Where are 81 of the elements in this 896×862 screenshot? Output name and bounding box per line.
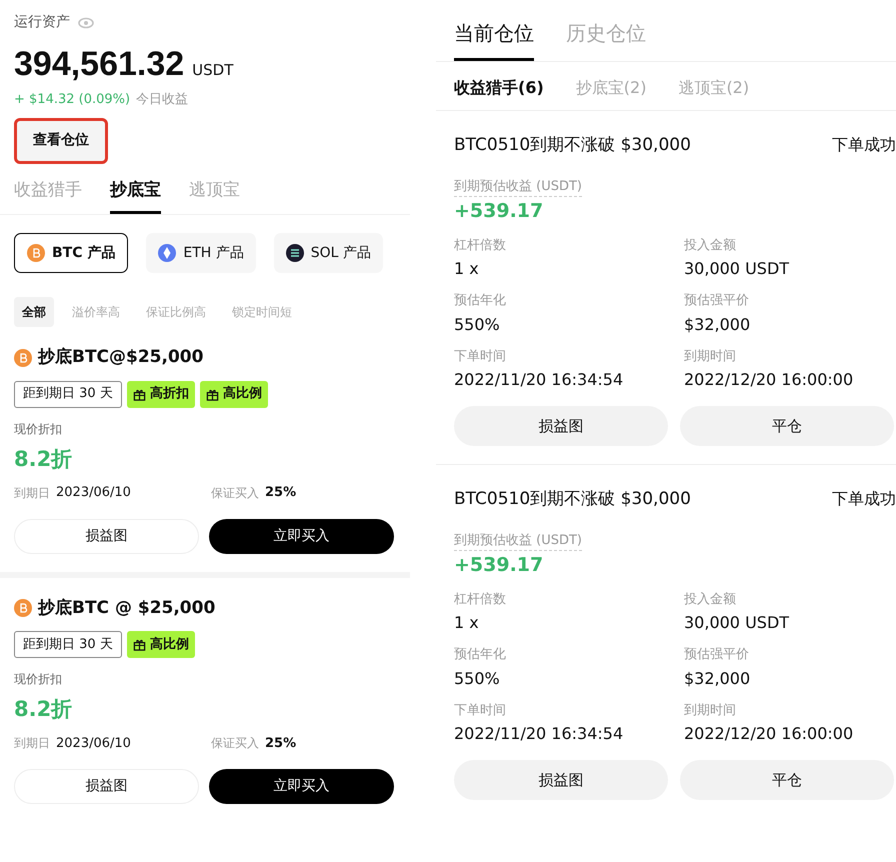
field-label: 预估年化 xyxy=(454,292,507,310)
order-status: 下单成功 xyxy=(832,488,896,510)
field-value: 2022/12/20 16:00:00 xyxy=(684,369,854,391)
buy-now-button[interactable]: 立即买入 xyxy=(209,518,394,554)
expiry-label: 到期日 xyxy=(14,735,50,752)
field-value: 2022/11/20 16:34:54 xyxy=(454,369,624,391)
close-position-button[interactable]: 平仓 xyxy=(680,760,894,800)
profit-value: +539.17 xyxy=(454,199,544,224)
gift-icon xyxy=(132,638,146,651)
field-value: 2022/11/20 16:34:54 xyxy=(454,723,624,745)
expiry-tag: 距到期日 30 天 xyxy=(14,631,122,658)
product-title: 抄底BTC@$25,000 xyxy=(38,346,204,369)
position-tab[interactable]: 当前仓位 xyxy=(454,18,534,61)
position-title: BTC0510到期不涨破 $30,000 xyxy=(454,134,691,157)
coin-filter-chip[interactable]: BTC 产品 xyxy=(14,233,128,273)
eye-icon[interactable] xyxy=(78,16,94,28)
gift-icon xyxy=(206,388,219,400)
expiry-label: 到期日 xyxy=(14,484,50,502)
profit-label: 到期预估收益 (USDT) xyxy=(454,530,582,551)
sort-filter[interactable]: 全部 xyxy=(14,297,54,327)
daily-change-label: 今日收益 xyxy=(136,91,188,109)
expiry-date: 2023/06/10 xyxy=(56,734,131,752)
discount-value: 8.2折 xyxy=(14,696,74,723)
pnl-chart-button[interactable]: 损益图 xyxy=(14,769,199,804)
profit-label: 到期预估收益 (USDT) xyxy=(454,176,582,197)
field-label: 预估年化 xyxy=(454,646,507,664)
field-label: 预估强平价 xyxy=(684,292,750,310)
product-title: 抄底BTC @ $25,000 xyxy=(38,596,216,620)
buy-now-button[interactable]: 立即买入 xyxy=(209,769,394,804)
pnl-chart-button[interactable]: 损益图 xyxy=(454,760,668,800)
bitcoin-icon xyxy=(14,348,32,367)
profit-value: +539.17 xyxy=(454,553,544,578)
view-positions-button[interactable]: 查看仓位 xyxy=(14,118,108,164)
field-label: 杠杆倍数 xyxy=(454,236,507,254)
feature-tag: 高折扣 xyxy=(126,380,195,408)
expiry-tag: 距到期日 30 天 xyxy=(14,380,122,408)
field-value: 2022/12/20 16:00:00 xyxy=(684,723,854,745)
feature-tag: 高比例 xyxy=(200,380,268,408)
pnl-chart-button[interactable]: 损益图 xyxy=(14,518,199,554)
coin-filter-chip[interactable]: ETH 产品 xyxy=(146,233,256,273)
diamond-coin-icon xyxy=(158,244,176,262)
field-value: 1 x xyxy=(454,258,480,280)
coin-filter-chip[interactable]: SOL 产品 xyxy=(274,233,383,273)
field-value: $32,000 xyxy=(684,314,752,336)
field-label: 下单时间 xyxy=(454,348,507,366)
field-label: 投入金额 xyxy=(684,236,737,254)
field-value: 550% xyxy=(454,314,501,336)
daily-change: + $14.32 (0.09%) xyxy=(14,91,130,109)
expiry-date: 2023/06/10 xyxy=(56,484,131,502)
guarantee-label: 保证买入 xyxy=(211,735,259,752)
field-value: 1 x xyxy=(454,612,480,634)
field-value: 30,000 USDT xyxy=(684,258,790,280)
pnl-chart-button[interactable]: 损益图 xyxy=(454,406,668,446)
guarantee-value: 25% xyxy=(265,734,296,752)
position-title: BTC0510到期不涨破 $30,000 xyxy=(454,488,691,511)
field-label: 到期时间 xyxy=(684,702,737,720)
bitcoin-icon xyxy=(27,244,45,262)
field-label: 预估强平价 xyxy=(684,646,750,664)
field-label: 投入金额 xyxy=(684,590,737,608)
order-status: 下单成功 xyxy=(832,134,896,156)
bitcoin-icon xyxy=(14,599,32,618)
discount-label: 现价折扣 xyxy=(14,420,63,438)
currency-unit: USDT xyxy=(192,60,234,81)
field-label: 下单时间 xyxy=(454,702,507,720)
field-label: 到期时间 xyxy=(684,348,737,366)
gift-icon xyxy=(132,388,146,400)
guarantee-label: 保证买入 xyxy=(211,484,259,502)
discount-value: 8.2折 xyxy=(14,446,74,472)
product-tab[interactable]: 抄底宝 xyxy=(110,178,161,214)
striped-coin-icon xyxy=(286,244,304,262)
assets-label: 运行资产 xyxy=(14,13,70,32)
guarantee-value: 25% xyxy=(265,484,296,502)
field-value: 550% xyxy=(454,668,501,690)
discount-label: 现价折扣 xyxy=(14,671,63,688)
field-label: 杠杆倍数 xyxy=(454,590,507,608)
field-value: 30,000 USDT xyxy=(684,612,790,634)
assets-amount: 394,561.32 xyxy=(14,44,184,85)
position-subtab[interactable]: 收益猎手(6) xyxy=(454,76,544,100)
feature-tag: 高比例 xyxy=(126,631,195,658)
close-position-button[interactable]: 平仓 xyxy=(680,406,894,446)
field-value: $32,000 xyxy=(684,668,752,690)
